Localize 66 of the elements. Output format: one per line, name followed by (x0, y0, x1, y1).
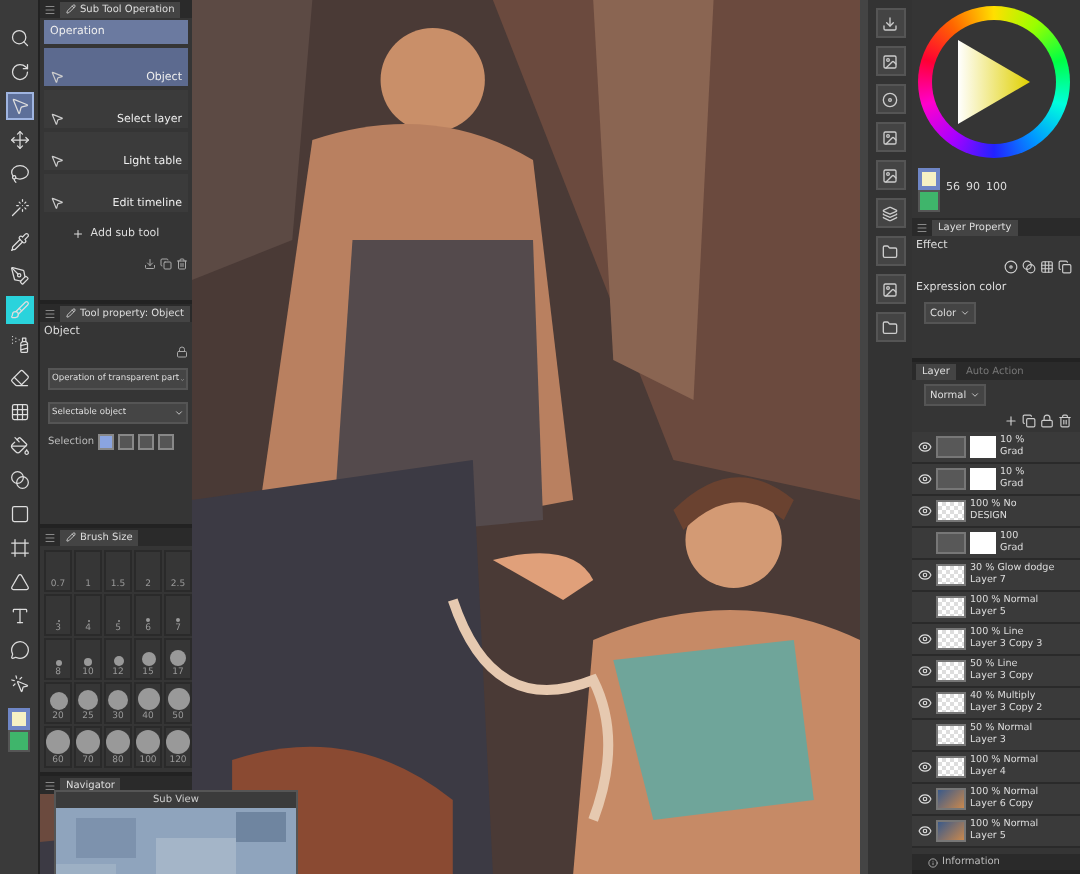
effect-icon[interactable] (1040, 260, 1054, 274)
eye-icon[interactable] (916, 823, 932, 839)
pointer-icon (50, 112, 64, 126)
eye-icon[interactable] (916, 503, 932, 519)
eye-icon[interactable] (916, 791, 932, 807)
mask-thumbnail (970, 468, 996, 490)
caret-icon (960, 308, 971, 318)
menu-icon[interactable] (916, 221, 928, 233)
mask-thumbnail (970, 436, 996, 458)
trash-icon[interactable] (1058, 414, 1072, 428)
gradient-icon[interactable] (5, 466, 33, 494)
caret-icon (174, 408, 184, 418)
paint-bucket-icon[interactable] (5, 432, 33, 460)
eye-icon[interactable] (916, 695, 932, 711)
eraser-icon[interactable] (5, 364, 33, 392)
color-swatch[interactable] (8, 708, 30, 730)
download-icon[interactable] (144, 258, 156, 270)
triangle-icon[interactable] (5, 568, 33, 596)
copy-icon[interactable] (160, 258, 172, 270)
pointer-icon (50, 70, 64, 84)
move-icon[interactable] (5, 126, 33, 154)
pencil-icon (66, 308, 76, 318)
panel-icon[interactable] (875, 160, 905, 190)
eye-icon[interactable] (916, 471, 932, 487)
eye-icon[interactable] (916, 439, 932, 455)
pointer-click-icon[interactable] (5, 670, 33, 698)
menu-icon[interactable] (44, 307, 56, 319)
panel-icon[interactable] (875, 84, 905, 114)
color-triangle[interactable] (954, 36, 1034, 128)
effect-icon[interactable] (1058, 260, 1072, 274)
color-swatch[interactable] (8, 730, 30, 752)
plus-icon (72, 228, 85, 240)
pointer-icon (50, 196, 64, 210)
panel-icon[interactable] (875, 312, 905, 342)
caret-icon (970, 390, 981, 400)
frame-icon[interactable] (5, 534, 33, 562)
panel-icon[interactable] (875, 274, 905, 304)
menu-icon[interactable] (44, 779, 56, 791)
lock-icon[interactable] (176, 346, 188, 358)
panel-icon[interactable] (875, 8, 905, 38)
brush-icon[interactable] (5, 296, 33, 324)
menu-icon[interactable] (44, 3, 56, 15)
menu-icon[interactable] (44, 531, 56, 543)
copy-icon[interactable] (1022, 414, 1036, 428)
panel-icon[interactable] (875, 198, 905, 228)
info-icon (928, 857, 938, 867)
plus-icon[interactable] (1004, 414, 1018, 428)
color-swatch[interactable] (918, 168, 940, 190)
lock-icon[interactable] (1040, 414, 1054, 428)
eye-icon[interactable] (916, 567, 932, 583)
pointer-icon (50, 154, 64, 168)
eye-icon[interactable] (916, 759, 932, 775)
lasso-icon[interactable] (5, 160, 33, 188)
eye-icon[interactable] (916, 663, 932, 679)
pen-icon[interactable] (5, 262, 33, 290)
eye-icon[interactable] (916, 631, 932, 647)
panel-icon[interactable] (875, 46, 905, 76)
panel-icon[interactable] (875, 122, 905, 152)
speech-balloon-icon[interactable] (5, 636, 33, 664)
mask-thumbnail (970, 532, 996, 554)
pencil-icon (66, 532, 76, 542)
pencil-icon (66, 4, 76, 14)
panel-icon[interactable] (875, 236, 905, 266)
trash-icon[interactable] (176, 258, 188, 270)
pointer-icon[interactable] (5, 92, 33, 120)
color-swatch[interactable] (918, 190, 940, 212)
